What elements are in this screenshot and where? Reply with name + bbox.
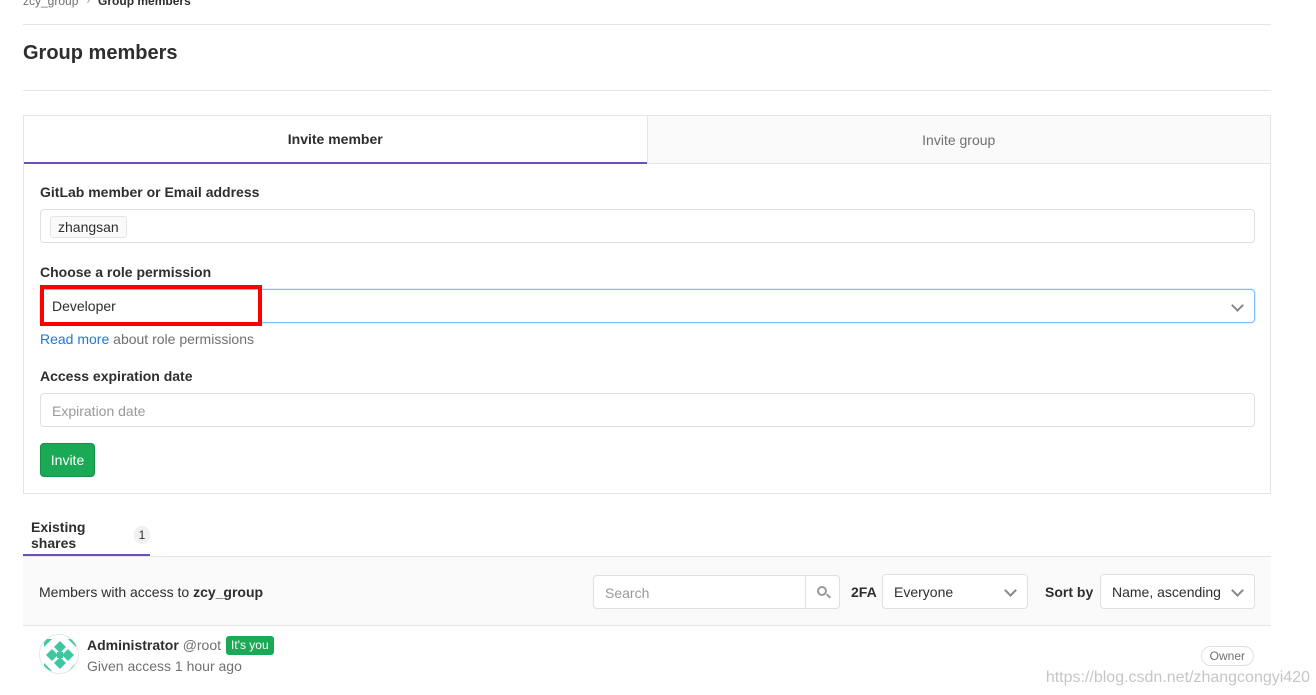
tab-invite-group[interactable]: Invite group	[646, 116, 1270, 164]
members-filter-bar: Members with access to zcy_group Search …	[23, 557, 1271, 626]
member-search-input[interactable]: Search	[593, 575, 840, 609]
breadcrumb: zcy_group › Group members	[23, 0, 191, 8]
sort-dropdown-value: Name, ascending	[1112, 584, 1221, 600]
role-select-value: Developer	[52, 298, 116, 314]
twofa-label: 2FA	[851, 584, 877, 600]
twofa-dropdown-value: Everyone	[894, 584, 954, 600]
sort-label: Sort by	[1045, 584, 1094, 600]
search-icon-handle	[826, 593, 831, 599]
identicon	[40, 635, 78, 673]
expiration-date-field[interactable]: Expiration date	[40, 393, 1255, 427]
members-group-name: zcy_group	[193, 584, 264, 600]
invite-tabs: Invite member Invite group	[24, 116, 1270, 164]
tab-invite-member[interactable]: Invite member	[24, 116, 647, 164]
member-name[interactable]: Administrator @root	[87, 637, 221, 653]
invite-button[interactable]: Invite	[40, 443, 95, 477]
members-access-text: Members with access to zcy_group	[39, 584, 263, 600]
members-access-prefix: Members with access to	[39, 584, 194, 600]
role-help-text: Read more about role permissions	[40, 331, 254, 347]
member-username: @root	[182, 637, 222, 653]
expiration-field-label: Access expiration date	[40, 368, 193, 384]
member-search-field[interactable]: zhangsan	[40, 209, 1255, 243]
expiration-placeholder: Expiration date	[52, 403, 146, 419]
avatar[interactable]	[39, 634, 79, 674]
member-token[interactable]: zhangsan	[50, 216, 127, 238]
role-badge: Owner	[1200, 646, 1254, 666]
breadcrumb-current[interactable]: Group members	[98, 0, 191, 8]
shares-count-badge: 1	[133, 526, 150, 544]
search-placeholder: Search	[605, 585, 650, 601]
twofa-dropdown[interactable]: Everyone	[882, 574, 1028, 609]
tab-existing-shares[interactable]: Existing shares 1	[23, 516, 150, 556]
role-field-label: Choose a role permission	[40, 264, 212, 280]
search-button[interactable]	[805, 576, 839, 608]
member-display-name: Administrator	[87, 637, 179, 653]
read-more-link[interactable]: Read more	[40, 331, 109, 347]
chevron-down-icon	[1004, 584, 1017, 597]
breadcrumb-parent[interactable]: zcy_group	[23, 0, 78, 8]
chevron-right-icon: ›	[86, 0, 91, 7]
its-you-badge: It's you	[226, 636, 274, 655]
divider	[23, 90, 1271, 91]
watermark-text: https://blog.csdn.net/zhangcongyi420	[1045, 669, 1310, 686]
divider	[23, 24, 1271, 25]
help-suffix: about role permissions	[109, 331, 255, 347]
chevron-down-icon	[1231, 584, 1244, 597]
chevron-down-icon	[1231, 299, 1244, 312]
page-title: Group members	[23, 42, 178, 64]
sort-dropdown[interactable]: Name, ascending	[1100, 574, 1255, 609]
invite-panel: Invite member Invite group GitLab member…	[23, 115, 1271, 494]
shares-tab-label: Existing shares	[31, 519, 86, 551]
role-select[interactable]: Developer	[40, 285, 1255, 326]
member-access-meta: Given access 1 hour ago	[87, 658, 242, 674]
member-field-label: GitLab member or Email address	[40, 184, 260, 200]
